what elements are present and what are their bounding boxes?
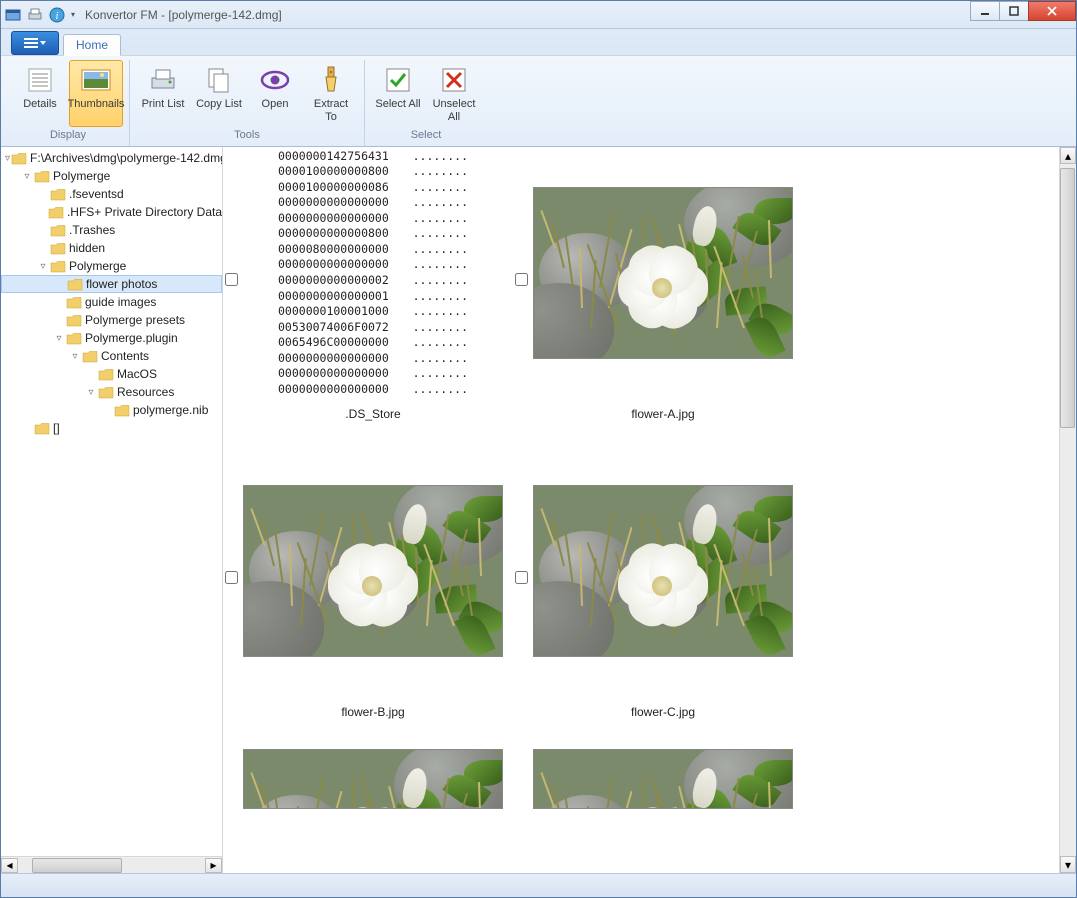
file-label: .DS_Store xyxy=(345,407,400,421)
image-thumbnail xyxy=(533,485,793,657)
scroll-right-icon[interactable]: ▸ xyxy=(205,858,222,873)
details-icon xyxy=(24,64,56,96)
ribbon-group-display: Details Thumbnails Display xyxy=(7,60,130,146)
copy-list-button[interactable]: Copy List xyxy=(192,60,246,127)
thumbnail-area[interactable]: 0000000142756431........0000100000000800… xyxy=(223,147,1059,873)
tree-row[interactable]: ▿Polymerge.plugin xyxy=(1,329,222,347)
content-pane: 0000000142756431........0000100000000800… xyxy=(223,147,1076,873)
tree-pane: ▿F:\Archives\dmg\polymerge-142.dmg▿Polym… xyxy=(1,147,223,873)
tree-row[interactable]: ▿F:\Archives\dmg\polymerge-142.dmg xyxy=(1,149,222,167)
tree-row[interactable]: ▿Resources xyxy=(1,383,222,401)
eye-icon xyxy=(259,64,291,96)
tree-row[interactable]: polymerge.nib xyxy=(1,401,222,419)
file-label: flower-B.jpg xyxy=(341,705,404,719)
file-checkbox[interactable] xyxy=(225,273,238,286)
ribbon-group-tools: Print List Copy List Open Extract To xyxy=(130,60,365,146)
printer-icon xyxy=(147,64,179,96)
app-icon xyxy=(5,7,21,23)
tree-row[interactable]: MacOS xyxy=(1,365,222,383)
tree-row[interactable]: [] xyxy=(1,419,222,437)
tree-row[interactable]: guide images xyxy=(1,293,222,311)
image-thumbnail xyxy=(243,749,503,809)
statusbar xyxy=(1,873,1076,897)
file-item[interactable]: flower-A.jpg xyxy=(523,153,803,421)
tree-horizontal-scrollbar[interactable]: ◂ ▸ xyxy=(1,856,222,873)
tree-row[interactable]: hidden xyxy=(1,239,222,257)
file-checkbox[interactable] xyxy=(225,571,238,584)
image-thumbnail xyxy=(533,749,793,809)
file-item[interactable]: flower-C.jpg xyxy=(523,451,803,719)
file-item[interactable]: 0000000142756431........0000100000000800… xyxy=(233,153,513,421)
file-label: flower-A.jpg xyxy=(631,407,694,421)
minimize-button[interactable] xyxy=(970,1,1000,21)
details-button[interactable]: Details xyxy=(13,60,67,127)
tree-row[interactable]: .Trashes xyxy=(1,221,222,239)
file-item[interactable] xyxy=(233,749,513,809)
print-list-button[interactable]: Print List xyxy=(136,60,190,127)
unselect-all-button[interactable]: Unselect All xyxy=(427,60,481,127)
tab-home[interactable]: Home xyxy=(63,34,121,56)
scroll-up-icon[interactable]: ▴ xyxy=(1060,147,1076,164)
open-button[interactable]: Open xyxy=(248,60,302,127)
tree-row[interactable]: Polymerge presets xyxy=(1,311,222,329)
ribbon: Home Details Thumbnails Display xyxy=(1,29,1076,147)
qat-print-icon[interactable] xyxy=(27,7,43,23)
qat-help-icon[interactable]: i xyxy=(49,7,65,23)
ribbon-group-select: Select All Unselect All Select xyxy=(365,60,487,146)
check-icon xyxy=(382,64,414,96)
tree-row[interactable]: ▿Polymerge xyxy=(1,257,222,275)
titlebar[interactable]: i ▾ Konvertor FM - [polymerge-142.dmg] xyxy=(1,1,1076,29)
tree-row[interactable]: .fseventsd xyxy=(1,185,222,203)
scroll-thumb[interactable] xyxy=(32,858,122,873)
tree-row[interactable]: .HFS+ Private Directory Data xyxy=(1,203,222,221)
qat-dropdown-icon[interactable]: ▾ xyxy=(71,10,75,19)
app-window: i ▾ Konvertor FM - [polymerge-142.dmg] H… xyxy=(0,0,1077,898)
extract-to-button[interactable]: Extract To xyxy=(304,60,358,127)
thumbnails-icon xyxy=(80,64,112,96)
file-checkbox[interactable] xyxy=(515,571,528,584)
content-vertical-scrollbar[interactable]: ▴ ▾ xyxy=(1059,147,1076,873)
scroll-left-icon[interactable]: ◂ xyxy=(1,858,18,873)
hex-preview: 0000000142756431........0000100000000800… xyxy=(278,149,468,397)
scroll-thumb[interactable] xyxy=(1060,168,1075,428)
image-thumbnail xyxy=(533,187,793,359)
svg-text:i: i xyxy=(55,10,58,22)
select-all-button[interactable]: Select All xyxy=(371,60,425,127)
copy-icon xyxy=(203,64,235,96)
extract-icon xyxy=(315,64,347,96)
maximize-button[interactable] xyxy=(999,1,1029,21)
file-item[interactable] xyxy=(523,749,803,809)
scroll-down-icon[interactable]: ▾ xyxy=(1060,856,1076,873)
file-checkbox[interactable] xyxy=(515,273,528,286)
tree-row[interactable]: flower photos xyxy=(1,275,222,293)
image-thumbnail xyxy=(243,485,503,657)
thumbnails-button[interactable]: Thumbnails xyxy=(69,60,123,127)
tree-row[interactable]: ▿Contents xyxy=(1,347,222,365)
file-label: flower-C.jpg xyxy=(631,705,695,719)
file-menu-button[interactable] xyxy=(11,31,59,55)
file-item[interactable]: flower-B.jpg xyxy=(233,451,513,719)
tree-row[interactable]: ▿Polymerge xyxy=(1,167,222,185)
uncheck-icon xyxy=(438,64,470,96)
folder-tree[interactable]: ▿F:\Archives\dmg\polymerge-142.dmg▿Polym… xyxy=(1,147,222,856)
window-title: Konvertor FM - [polymerge-142.dmg] xyxy=(85,8,282,22)
close-button[interactable] xyxy=(1028,1,1076,21)
main-area: ▿F:\Archives\dmg\polymerge-142.dmg▿Polym… xyxy=(1,147,1076,873)
